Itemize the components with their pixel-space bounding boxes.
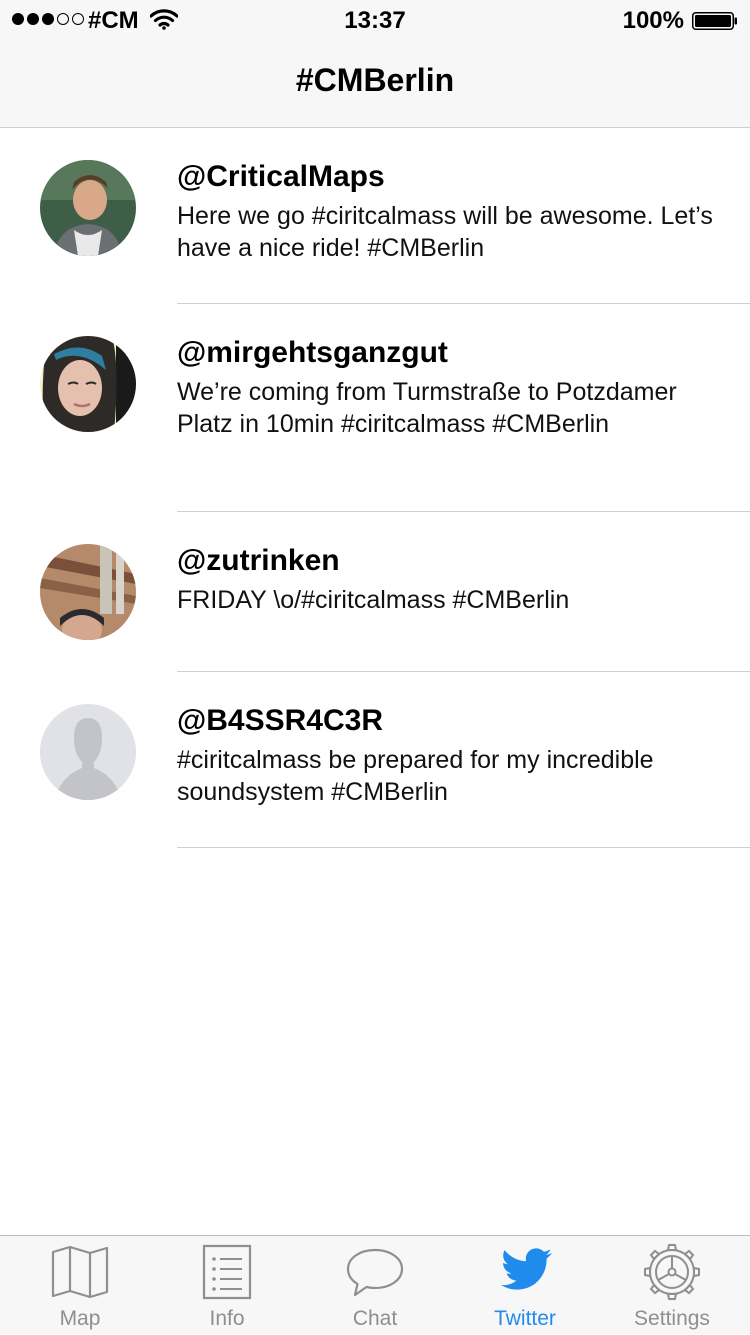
tweet-row[interactable]: @B4SSR4C3R #ciritcalmass be prepared for… <box>0 672 750 848</box>
tweet-row[interactable]: @CriticalMaps Here we go #ciritcalmass w… <box>0 128 750 304</box>
page-title: #CMBerlin <box>295 62 455 98</box>
tab-label: Twitter <box>494 1307 556 1330</box>
tweet-row[interactable]: @mirgehtsganzgut We’re coming from Turms… <box>0 304 750 512</box>
tweet-text: FRIDAY \o/#ciritcalmass #CMBerlin <box>177 586 570 614</box>
divider <box>177 847 750 848</box>
tab-settings[interactable]: Settings <box>597 1236 747 1335</box>
default-avatar-icon <box>40 704 136 800</box>
twitter-bird-icon <box>501 1248 552 1290</box>
map-icon <box>51 1245 109 1299</box>
tab-label: Chat <box>352 1307 398 1330</box>
tab-label: Info <box>209 1307 245 1330</box>
tab-twitter[interactable]: Twitter <box>450 1236 600 1335</box>
tweet-author: @mirgehtsganzgut <box>177 336 448 369</box>
battery-percentage: 100% <box>622 7 684 34</box>
list-icon <box>202 1244 252 1300</box>
avatar <box>40 336 136 432</box>
battery-icon <box>692 12 737 30</box>
chat-bubble-icon <box>346 1248 404 1297</box>
status-bar: #CM 13:37 100% <box>0 0 750 40</box>
tab-label: Map <box>59 1307 101 1330</box>
tweet-text: #ciritcalmass be prepared for my incredi… <box>177 746 654 806</box>
avatar <box>40 544 136 640</box>
navigation-bar: #CMBerlin <box>0 40 750 128</box>
tweet-text: Here we go #ciritcalmass will be awesome… <box>177 202 713 262</box>
tab-info[interactable]: Info <box>152 1236 302 1335</box>
tweet-row[interactable]: @zutrinken FRIDAY \o/#ciritcalmass #CMBe… <box>0 512 750 672</box>
avatar <box>40 160 136 256</box>
tweet-author: @CriticalMaps <box>177 160 385 193</box>
tweet-author: @zutrinken <box>177 544 340 577</box>
tab-bar: Map Info Chat Twitter Settings <box>0 1235 750 1334</box>
tab-map[interactable]: Map <box>5 1236 155 1335</box>
gear-icon <box>644 1244 700 1300</box>
tweet-author: @B4SSR4C3R <box>177 704 383 737</box>
tab-label: Settings <box>634 1307 710 1330</box>
tab-chat[interactable]: Chat <box>300 1236 450 1335</box>
tweet-text: We’re coming from Turmstraße to Potzdame… <box>177 378 677 438</box>
